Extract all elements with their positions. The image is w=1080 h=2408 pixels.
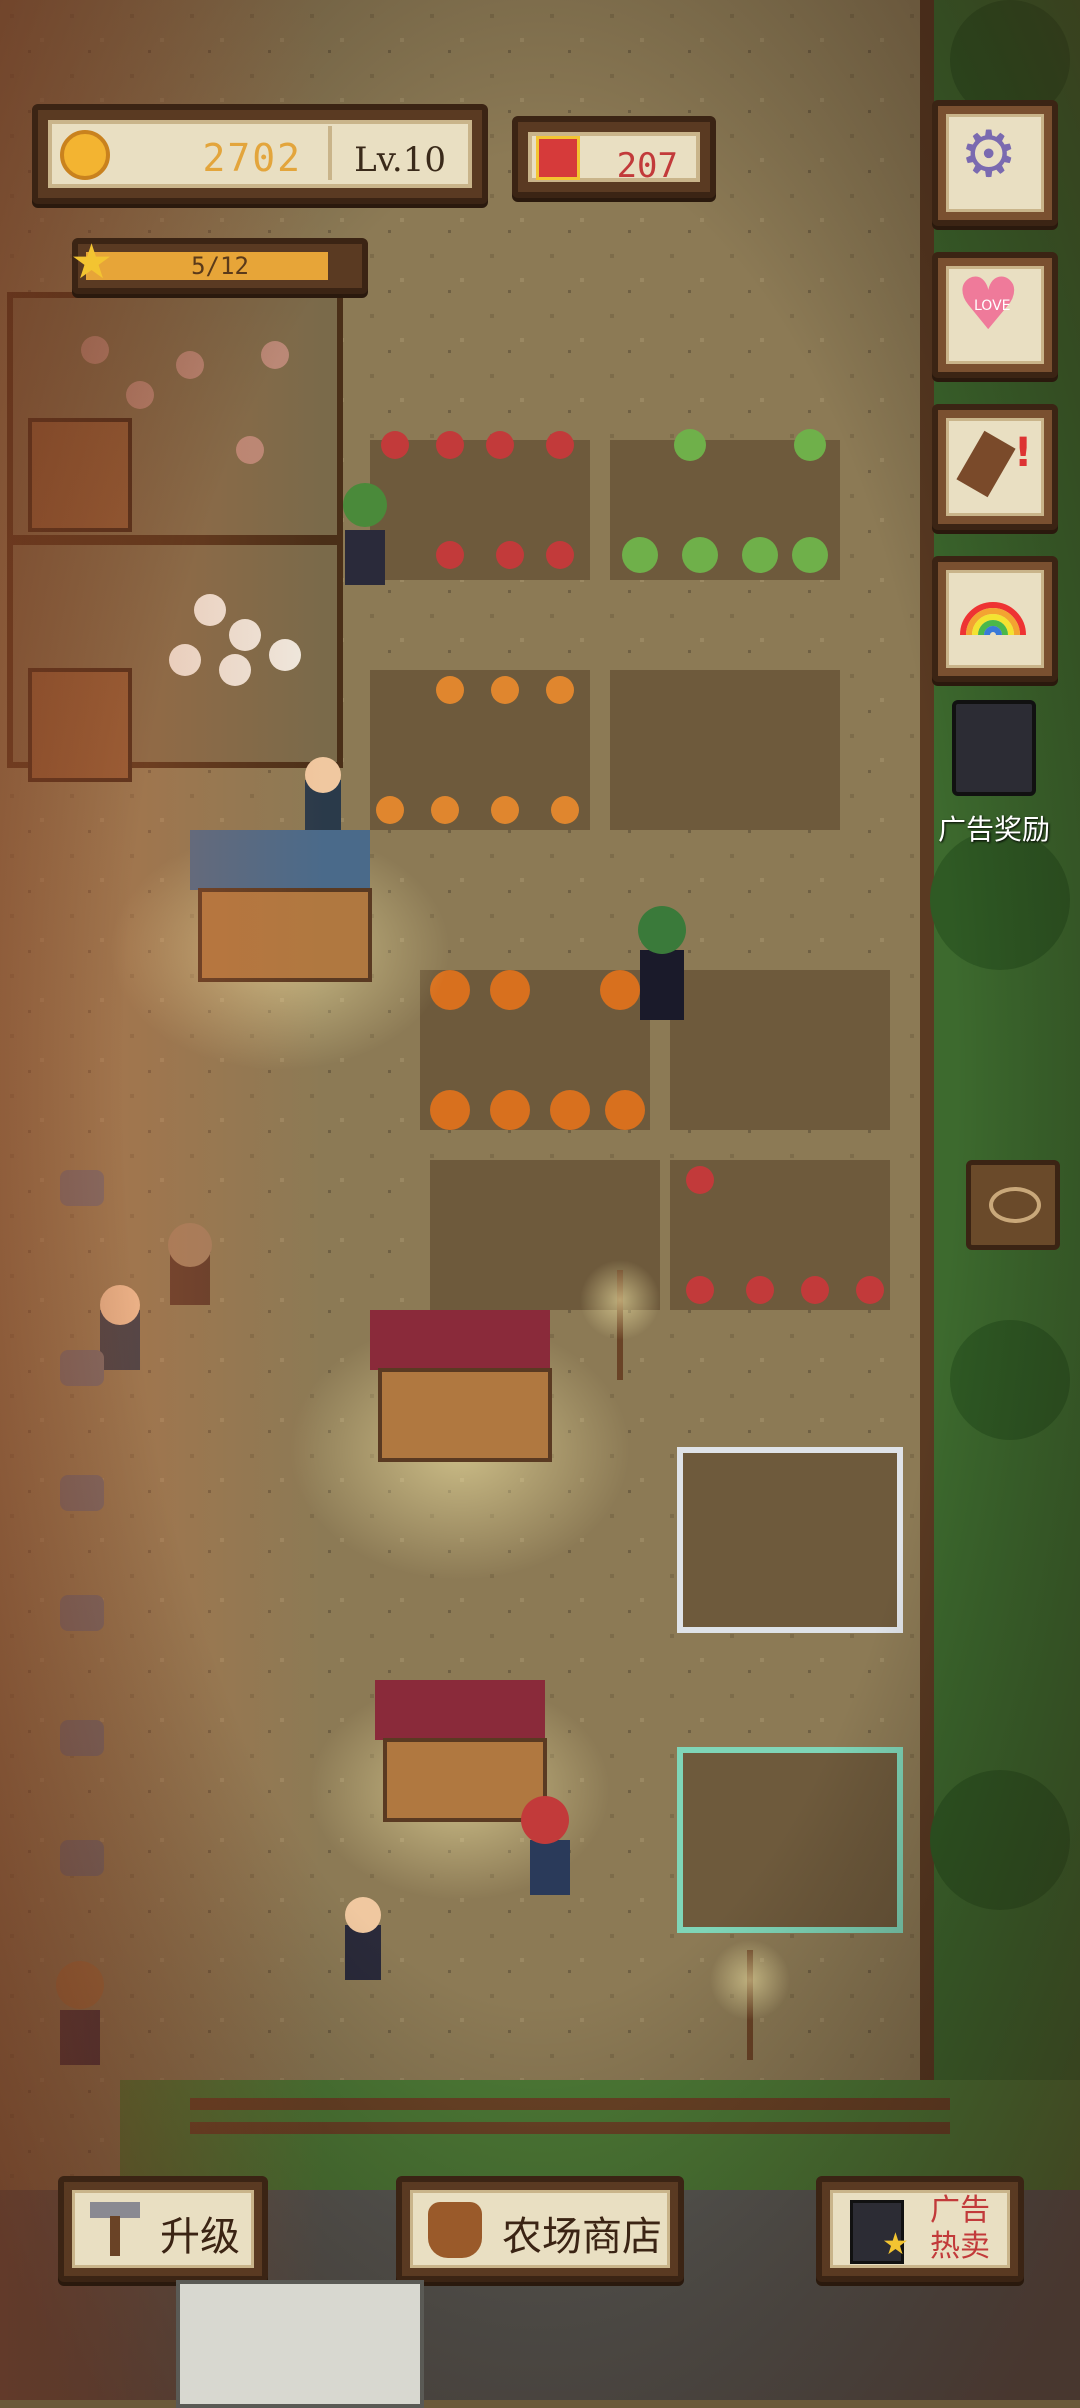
bag-icon (428, 2202, 482, 2258)
market-stall (176, 2280, 424, 2408)
gift-count: 207 (616, 146, 678, 186)
settings-button[interactable]: ⚙ (932, 100, 1058, 226)
rainbow-icon (960, 602, 1026, 636)
rainbow-button[interactable] (932, 556, 1058, 682)
star-icon: ★ (882, 2227, 909, 2262)
ad-reward-label: 广告奖励 (938, 813, 1051, 846)
ad-sale-button[interactable]: ★ 广告 热卖 (816, 2176, 1024, 2282)
upgrade-button[interactable]: 升级 (58, 2176, 268, 2282)
upgrade-label: 升级 (160, 2214, 240, 2260)
eye-icon (989, 1187, 1041, 1223)
farm-shop-label: 农场商店 (502, 2214, 662, 2260)
coin-count: 2702 (202, 136, 302, 180)
xp-bar: ★ 5/12 (70, 238, 368, 294)
gift-panel[interactable]: 207 (512, 116, 716, 198)
hint-button[interactable]: ! (932, 404, 1058, 530)
farm-shop-button[interactable]: 农场商店 (396, 2176, 684, 2282)
love-label: LOVE (974, 298, 1011, 314)
view-toggle-button[interactable] (966, 1160, 1060, 1250)
gear-icon: ⚙ (960, 118, 1018, 192)
level-label: Lv.10 (354, 140, 446, 180)
coin-icon (60, 130, 110, 180)
ad-sale-label-2: 热卖 (930, 2229, 990, 2264)
tv-icon (952, 700, 1036, 796)
ad-sale-label-1: 广告 (930, 2193, 990, 2228)
xp-progress-text: 5/12 (191, 252, 249, 280)
coin-level-panel: 2702 Lv.10 (32, 104, 488, 204)
farm-scene (0, 0, 1080, 2400)
love-button[interactable]: ♥ LOVE (932, 252, 1058, 378)
ad-reward-button[interactable]: 广告奖励 (938, 700, 1050, 846)
gift-icon (536, 136, 580, 180)
